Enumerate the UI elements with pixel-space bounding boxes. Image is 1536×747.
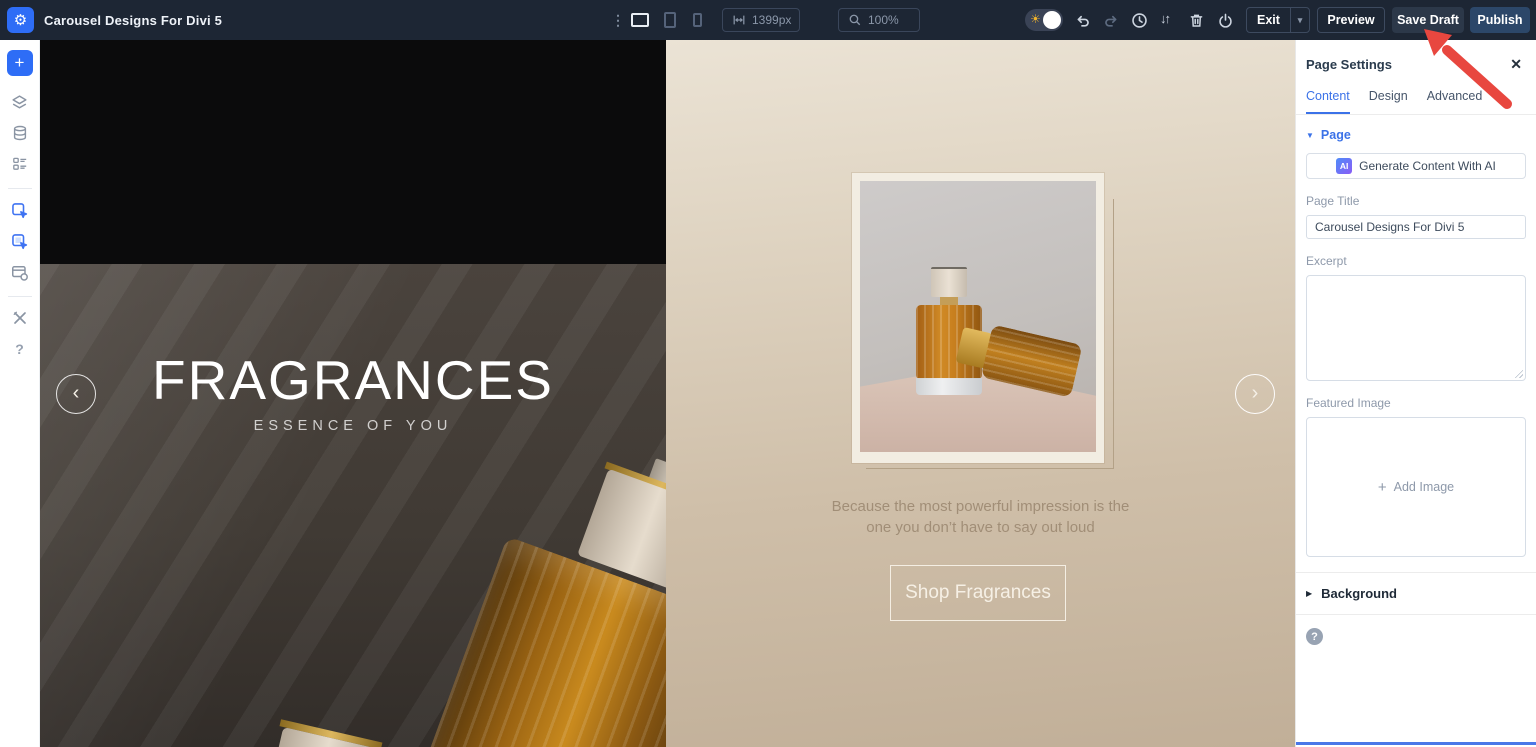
carousel-prev-button[interactable]: ‹ [56,374,96,414]
tools-icon [11,309,29,327]
page-title-input[interactable] [1306,215,1526,239]
featured-image-label: Featured Image [1306,396,1526,410]
phone-view-button[interactable] [693,13,702,27]
tabs-divider [1296,114,1536,115]
preview-button[interactable]: Preview [1317,7,1385,33]
tagline-line-1: Because the most powerful impression is … [666,496,1295,517]
plus-icon: + [1378,479,1387,496]
page-section-toggle[interactable]: ▼ Page [1306,128,1526,142]
background-section-label: Background [1321,586,1397,601]
help-button[interactable]: ? [6,335,34,363]
chevron-down-icon: ▾ [1298,15,1303,26]
perfume-bottle-image [156,715,435,747]
layers-icon [10,93,29,112]
caret-down-icon: ▼ [1306,131,1314,140]
settings-tabs: Content Design Advanced [1306,89,1526,114]
chevron-left-icon: ‹ [73,383,80,403]
divi-logo-button[interactable]: ⚙ [7,7,34,33]
carousel-next-button[interactable]: › [1235,374,1275,414]
excerpt-label: Excerpt [1306,254,1526,268]
canvas-width-input[interactable]: 1399px [722,8,800,32]
click-select-icon [10,201,29,220]
gear-icon: ⚙ [14,11,27,29]
panel-help-button[interactable]: ? [1306,628,1323,645]
slide-subheading: ESSENCE OF YOU [40,418,666,434]
exit-button[interactable]: Exit [1247,13,1290,27]
shop-fragrances-button[interactable]: Shop Fragrances [890,565,1066,621]
click-select-filled-icon [10,232,29,251]
add-image-dropzone[interactable]: + Add Image [1306,417,1526,557]
sun-icon: ☀ [1030,12,1041,26]
chevron-right-icon: › [1252,383,1259,403]
question-icon: ? [1311,631,1318,643]
carousel-slide-light: Because the most powerful impression is … [666,40,1295,747]
tablet-view-button[interactable] [664,12,676,28]
divi-builder-window: ⚙ Carousel Designs For Divi 5 ⋮ 1399px 1… [0,0,1536,747]
sort-layers-icon[interactable]: ↓↑ [1160,11,1169,26]
width-arrows-icon [732,13,746,27]
add-image-label: Add Image [1394,480,1454,494]
panel-title: Page Settings [1306,57,1392,72]
click-mode-button[interactable] [6,227,34,255]
slide-tagline: Because the most powerful impression is … [666,496,1295,538]
generate-content-ai-button[interactable]: AI Generate Content With AI [1306,153,1526,179]
exit-button-group: Exit ▾ [1246,7,1310,33]
layers-panel-button[interactable] [6,88,34,116]
exit-dropdown-button[interactable]: ▾ [1290,8,1309,32]
sidebar-divider [8,188,32,189]
undo-icon[interactable] [1074,12,1091,29]
power-portability-icon[interactable] [1217,12,1234,29]
excerpt-textarea[interactable] [1306,275,1526,381]
question-icon: ? [15,341,24,357]
save-draft-button[interactable]: Save Draft [1392,7,1464,33]
page-title-toolbar: Carousel Designs For Divi 5 [44,13,222,28]
product-photo-card [852,173,1104,463]
tab-design[interactable]: Design [1369,89,1408,114]
tab-advanced[interactable]: Advanced [1427,89,1483,114]
list-rows-icon [11,155,29,173]
layout-settings-button[interactable] [6,258,34,286]
sidebar-divider [8,296,32,297]
publish-button[interactable]: Publish [1470,7,1530,33]
ai-badge-icon: AI [1336,158,1352,174]
light-dark-toggle[interactable]: ☀ [1025,9,1063,31]
database-icon [11,124,29,142]
layout-gear-icon [10,263,29,282]
canvas-width-value: 1399px [752,13,791,27]
more-options-icon[interactable]: ⋮ [611,11,625,29]
top-toolbar: ⚙ Carousel Designs For Divi 5 ⋮ 1399px 1… [0,0,1536,40]
add-module-button[interactable]: + [7,50,33,76]
redo-icon[interactable] [1103,12,1120,29]
slide-heading: FRAGRANCES [40,348,666,412]
perfume-bottle-image [377,444,666,747]
trash-icon[interactable] [1188,12,1205,29]
toggle-knob [1043,11,1061,29]
database-panel-button[interactable] [6,119,34,147]
plus-icon: + [15,53,25,73]
builder-left-sidebar: + ? [0,40,40,747]
list-view-button[interactable] [6,150,34,178]
magnifier-icon [848,13,862,27]
perfume-photo-dark [40,264,666,747]
hover-mode-button[interactable] [6,196,34,224]
section-divider [1296,614,1536,615]
carousel-slide-dark: FRAGRANCES ESSENCE OF YOU ‹ [40,40,666,747]
page-title-label: Page Title [1306,194,1526,208]
ai-button-label: Generate Content With AI [1359,159,1496,173]
page-section-label: Page [1321,128,1351,142]
perfume-product-photo [860,181,1096,452]
builder-settings-button[interactable] [6,304,34,332]
background-section-toggle[interactable]: ▶ Background [1306,573,1526,614]
history-icon[interactable] [1131,12,1148,29]
zoom-level-value: 100% [868,13,899,27]
close-icon[interactable]: ✕ [1506,54,1526,75]
caret-right-icon: ▶ [1306,589,1312,598]
panel-resize-handle[interactable] [1296,742,1536,745]
desktop-view-button[interactable] [631,13,649,27]
tagline-line-2: one you don’t have to say out loud [666,517,1295,538]
tab-content[interactable]: Content [1306,89,1350,114]
page-settings-panel: Page Settings ✕ Content Design Advanced … [1295,40,1536,747]
zoom-level-input[interactable]: 100% [838,8,920,32]
